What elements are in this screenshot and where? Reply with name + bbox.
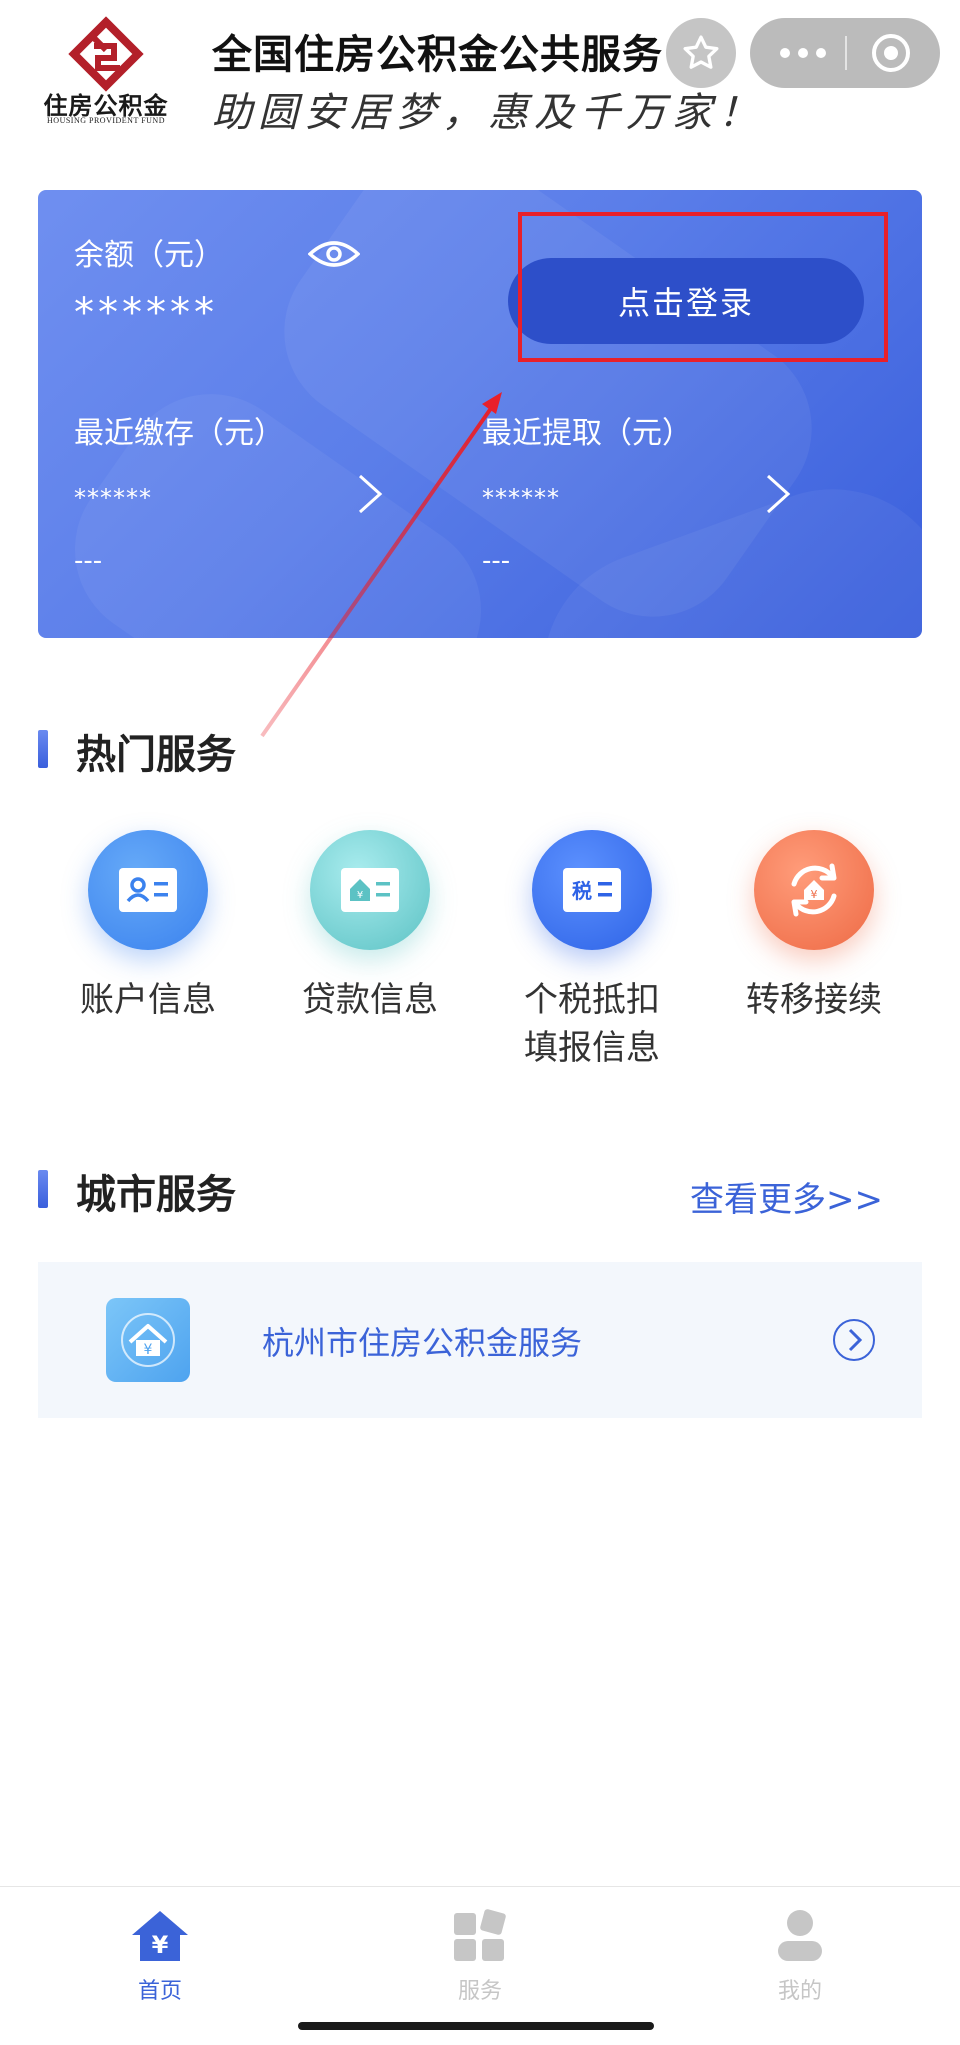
nav-label: 我的 [777, 1979, 822, 2004]
tax-card-icon: 税 [532, 830, 652, 950]
page-title: 全国住房公积金公共服务 [212, 31, 663, 78]
service-label: 账户信息 [80, 980, 216, 1020]
recent-withdraw-date: --- [482, 546, 511, 576]
nav-services[interactable]: 服务 [420, 1907, 540, 2005]
nav-me[interactable]: 我的 [740, 1907, 860, 2005]
capsule-divider [845, 36, 847, 70]
service-label-line: 填报信息 [524, 1028, 660, 1068]
service-account-info[interactable]: 账户信息 [58, 830, 238, 1024]
service-tax-deduction[interactable]: 税 个税抵扣 填报信息 [502, 830, 682, 1072]
hot-services-title: 热门服务 [76, 732, 236, 778]
header: 住房公积金 HOUSING PROVIDENT FUND 全国住房公积金公共服务… [0, 0, 960, 150]
chevron-right-circle-icon[interactable] [832, 1318, 876, 1362]
house-yuan-icon: ¥ [106, 1298, 190, 1382]
recent-withdraw-label: 最近提取（元） [482, 416, 692, 451]
page: 住房公积金 HOUSING PROVIDENT FUND 全国住房公积金公共服务… [0, 0, 960, 2045]
id-card-icon [88, 830, 208, 950]
tax-badge: 税 [572, 879, 592, 903]
balance-label: 余额（元） [74, 238, 224, 273]
svg-text:¥: ¥ [152, 1931, 169, 1959]
transfer-icon: ¥ [754, 830, 874, 950]
svg-text:¥: ¥ [144, 1342, 153, 1358]
service-label: 贷款信息 [302, 980, 438, 1020]
city-services-title: 城市服务 [76, 1172, 236, 1218]
nav-label: 服务 [457, 1979, 502, 2004]
target-icon [884, 46, 898, 60]
nav-label: 首页 [137, 1979, 182, 2004]
service-label: 个税抵扣 填报信息 [502, 976, 682, 1072]
city-service-item[interactable]: ¥ 杭州市住房公积金服务 [38, 1262, 922, 1418]
close-miniprogram-button[interactable] [872, 34, 910, 72]
section-marker [38, 730, 48, 768]
miniprogram-capsule [750, 18, 940, 88]
recent-deposit-value[interactable]: ****** [74, 484, 152, 512]
section-marker [38, 1170, 48, 1208]
recent-withdraw-value[interactable]: ****** [482, 484, 560, 512]
more-menu-button[interactable] [780, 42, 840, 64]
favorite-button[interactable] [666, 18, 736, 88]
annotation-highlight-box [518, 212, 888, 362]
user-icon [778, 1910, 822, 1961]
service-label-line: 个税抵扣 [524, 980, 660, 1020]
home-yuan-icon: ¥ [132, 1911, 188, 1961]
chevron-right-icon[interactable] [356, 472, 384, 516]
loan-card-icon: ¥ [310, 830, 430, 950]
balance-value: ****** [74, 290, 218, 336]
eye-icon[interactable] [308, 238, 360, 270]
recent-deposit-label: 最近缴存（元） [74, 416, 284, 451]
view-more-link[interactable]: 查看更多>> [690, 1172, 883, 1221]
service-transfer[interactable]: ¥ 转移接续 [724, 830, 904, 1024]
grid-icon [454, 1909, 506, 1961]
slogan: 助圆安居梦，惠及千万家！ [212, 90, 764, 136]
nav-home[interactable]: ¥ 首页 [100, 1907, 220, 2005]
chevron-right-icon[interactable] [764, 472, 792, 516]
service-label: 转移接续 [746, 980, 882, 1020]
svg-text:¥: ¥ [357, 890, 363, 901]
city-service-label: 杭州市住房公积金服务 [262, 1324, 583, 1362]
logo-text-en: HOUSING PROVIDENT FUND [47, 116, 165, 125]
svg-text:¥: ¥ [811, 888, 818, 901]
star-icon [683, 35, 719, 69]
recent-deposit-date: --- [74, 546, 103, 576]
service-loan-info[interactable]: ¥ 贷款信息 [280, 830, 460, 1024]
home-indicator [298, 2022, 654, 2030]
